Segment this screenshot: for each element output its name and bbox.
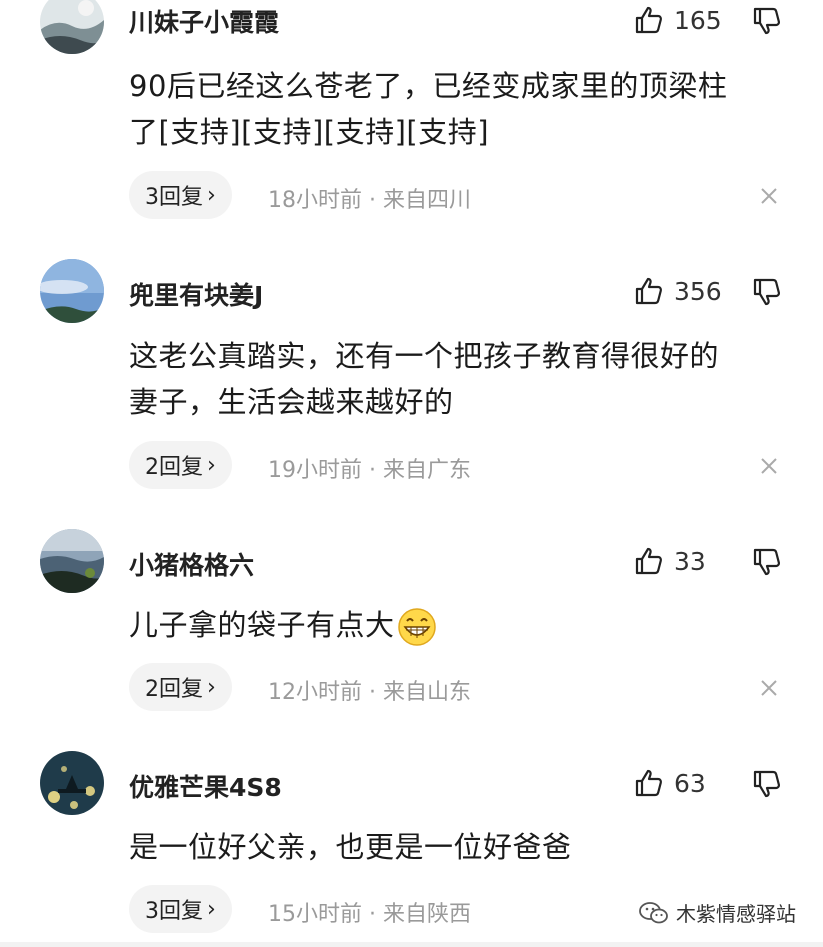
username[interactable]: 川妹子小霞霞 [129, 3, 279, 39]
comment-meta: 15小时前 · 来自陕西 [268, 902, 471, 927]
avatar[interactable] [40, 751, 104, 815]
like-count: 63 [674, 768, 706, 798]
avatar[interactable] [40, 259, 104, 323]
comment-line: 了[支持][支持][支持][支持] [129, 115, 490, 149]
avatar[interactable] [40, 0, 104, 54]
comment-text: 儿子拿的袋子有点大 [129, 602, 799, 648]
location: 来自陕西 [382, 902, 471, 927]
dislike-button[interactable] [752, 6, 782, 36]
like-button[interactable]: 165 [634, 5, 722, 35]
location: 来自四川 [382, 188, 471, 213]
close-icon [761, 680, 777, 696]
username[interactable]: 兜里有块姜J [129, 276, 263, 312]
thumbs-up-icon [635, 547, 663, 575]
reply-label: 3回复 [145, 185, 203, 210]
location: 来自广东 [382, 458, 471, 483]
reply-label: 2回复 [145, 677, 203, 702]
thumbs-up-icon [635, 6, 663, 34]
avatar[interactable] [40, 529, 104, 593]
watermark-text: 木紫情感驿站 [676, 902, 796, 926]
chevron-right-icon: › [207, 182, 216, 208]
comment-text: 这老公真踏实，还有一个把孩子教育得很好的 妻子，生活会越来越好的 [129, 333, 799, 425]
grin-emoji-icon [397, 608, 436, 646]
comment-line: 儿子拿的袋子有点大 [129, 608, 395, 642]
comment-line: 这老公真踏实，还有一个把孩子教育得很好的 [129, 339, 720, 373]
close-button[interactable] [758, 455, 780, 477]
thumbs-up-icon [635, 277, 663, 305]
reply-button[interactable]: 3回复 › [129, 885, 232, 933]
thumbs-up-icon [635, 769, 663, 797]
close-button[interactable] [758, 185, 780, 207]
username[interactable]: 小猪格格六 [129, 546, 254, 582]
comment-line: 90后已经这么苍老了，已经变成家里的顶梁柱 [129, 69, 728, 103]
like-count: 356 [674, 276, 722, 306]
comment-meta: 12小时前 · 来自山东 [268, 680, 471, 705]
chevron-right-icon: › [207, 452, 216, 478]
close-icon [761, 458, 777, 474]
comment-meta: 19小时前 · 来自广东 [268, 458, 471, 483]
timestamp: 12小时前 [268, 680, 362, 705]
close-button[interactable] [758, 677, 780, 699]
comment-line: 妻子，生活会越来越好的 [129, 385, 454, 419]
dislike-button[interactable] [752, 769, 782, 799]
reply-label: 3回复 [145, 899, 203, 924]
chevron-right-icon: › [207, 896, 216, 922]
comment-text: 是一位好父亲，也更是一位好爸爸 [129, 824, 799, 870]
like-button[interactable]: 33 [634, 546, 706, 576]
timestamp: 18小时前 [268, 188, 362, 213]
wechat-icon [639, 901, 668, 923]
thumbs-down-icon [753, 278, 781, 306]
comment-line: 是一位好父亲，也更是一位好爸爸 [129, 830, 572, 864]
dislike-button[interactable] [752, 277, 782, 307]
thumbs-down-icon [753, 548, 781, 576]
location: 来自山东 [382, 680, 471, 705]
reply-label: 2回复 [145, 455, 203, 480]
timestamp: 19小时前 [268, 458, 362, 483]
close-icon [761, 188, 777, 204]
reply-button[interactable]: 2回复 › [129, 663, 232, 711]
like-button[interactable]: 356 [634, 276, 722, 306]
like-count: 33 [674, 546, 706, 576]
comment-text: 90后已经这么苍老了，已经变成家里的顶梁柱 了[支持][支持][支持][支持] [129, 63, 799, 155]
username[interactable]: 优雅芒果4S8 [129, 768, 282, 804]
chevron-right-icon: › [207, 674, 216, 700]
reply-button[interactable]: 2回复 › [129, 441, 232, 489]
reply-button[interactable]: 3回复 › [129, 171, 232, 219]
timestamp: 15小时前 [268, 902, 362, 927]
watermark: 木紫情感驿站 [638, 898, 796, 927]
thumbs-down-icon [753, 7, 781, 35]
thumbs-down-icon [753, 770, 781, 798]
like-button[interactable]: 63 [634, 768, 706, 798]
divider [0, 942, 823, 947]
dislike-button[interactable] [752, 547, 782, 577]
like-count: 165 [674, 5, 722, 35]
comment-meta: 18小时前 · 来自四川 [268, 188, 471, 213]
